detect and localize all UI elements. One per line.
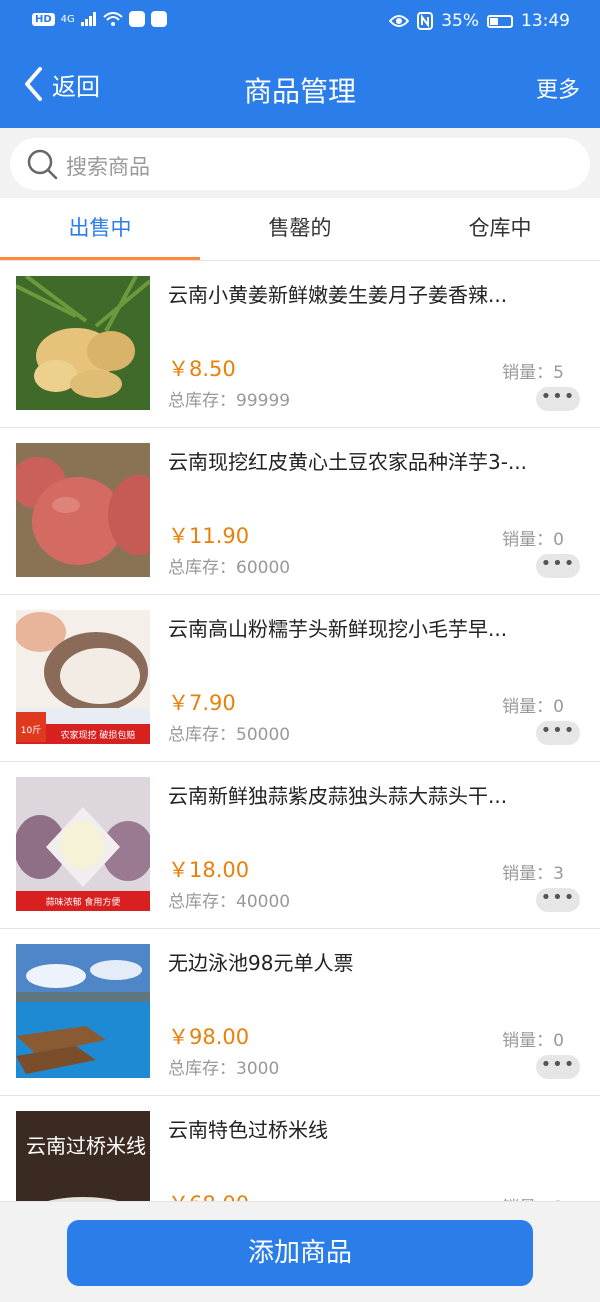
music-notification-icon (150, 11, 167, 27)
product-row[interactable]: 云南小黄姜新鲜嫩姜生姜月子姜香辣... ￥8.50 总库存：99999 销量：5… (0, 261, 600, 428)
search-icon (27, 149, 58, 180)
product-price: ￥7.90 (168, 691, 236, 715)
tab-in-warehouse[interactable]: 仓库中 (400, 198, 600, 260)
more-actions-button[interactable]: ••• (536, 1055, 580, 1079)
product-image-pool (16, 944, 150, 1078)
product-price: ￥68.00 (168, 1188, 249, 1201)
taro-weight-text: 10斤 (21, 725, 41, 736)
tab-on-sale[interactable]: 出售中 (0, 198, 200, 260)
signal-icon (80, 12, 96, 26)
more-actions-button[interactable]: ••• (536, 888, 580, 912)
product-stock: 总库存：50000 (168, 725, 291, 745)
tab-sold-out[interactable]: 售罄的 (200, 198, 400, 260)
search-input[interactable]: 搜索商品 (66, 151, 150, 181)
product-name: 云南新鲜独蒜紫皮蒜独头蒜大蒜头干... (168, 784, 508, 808)
product-name: 云南高山粉糯芋头新鲜现挖小毛芋早... (168, 617, 508, 641)
product-image-ginger (16, 276, 150, 410)
product-price: ￥18.00 (168, 858, 250, 882)
nfc-icon (417, 12, 434, 30)
page-title: 商品管理 (243, 75, 356, 108)
taro-badge-text: 农家现挖 破损包赔 (61, 729, 136, 741)
network-badge: HD (32, 12, 55, 26)
product-price: ￥98.00 (168, 1025, 250, 1049)
product-row[interactable]: 云南过桥米线 云南特色过桥米线 ￥68.00 销量：2 ••• (0, 1096, 600, 1201)
more-button[interactable]: 更多 (536, 72, 580, 104)
product-image-rice-noodle: 云南过桥米线 (16, 1111, 150, 1201)
product-name: 云南现挖红皮黄心土豆农家品种洋芋3-... (168, 450, 528, 474)
product-stock: 总库存：60000 (168, 558, 291, 578)
product-row[interactable]: 蒜味浓郁 食用方便 云南新鲜独蒜紫皮蒜独头蒜大蒜头干... ￥18.00 总库存… (0, 762, 600, 929)
product-sales: 销量：0 (502, 697, 564, 717)
product-name: 云南小黄姜新鲜嫩姜生姜月子姜香辣... (168, 283, 508, 307)
more-actions-button[interactable]: ••• (536, 554, 580, 578)
battery-icon (487, 14, 513, 28)
signal-gen-label: 4G (60, 13, 75, 25)
nav-bar: 返回 商品管理 更多 (0, 58, 600, 118)
product-stock: 总库存：99999 (168, 391, 291, 411)
product-image-taro: 10斤 农家现挖 破损包赔 (16, 610, 150, 744)
product-sales: 销量：3 (502, 864, 564, 884)
product-row[interactable]: 云南现挖红皮黄心土豆农家品种洋芋3-... ￥11.90 总库存：60000 销… (0, 428, 600, 595)
product-price: ￥11.90 (168, 524, 250, 548)
more-actions-button[interactable]: ••• (536, 721, 580, 745)
product-sales: 销量：2 (502, 1193, 564, 1201)
garlic-badge-text: 蒜味浓郁 食用方便 (46, 896, 121, 908)
add-product-button[interactable]: 添加商品 (67, 1220, 533, 1286)
product-price: ￥8.50 (168, 357, 236, 381)
product-list: 云南小黄姜新鲜嫩姜生姜月子姜香辣... ￥8.50 总库存：99999 销量：5… (0, 261, 600, 1201)
product-name: 无边泳池98元单人票 (168, 951, 354, 975)
eye-icon (389, 15, 410, 27)
wifi-icon (103, 12, 123, 26)
status-bar: HD 4G 35% 13:49 (0, 0, 600, 44)
noodle-badge-text: 云南过桥米线 (26, 1134, 146, 1158)
product-image-garlic: 蒜味浓郁 食用方便 (16, 777, 150, 911)
status-tabs: 出售中 售罄的 仓库中 (0, 198, 600, 260)
product-stock: 总库存：3000 (168, 1059, 280, 1079)
product-sales: 销量：0 (502, 1031, 564, 1051)
product-image-potato (16, 443, 150, 577)
product-sales: 销量：0 (502, 530, 564, 550)
product-stock: 总库存：40000 (168, 892, 291, 912)
battery-percent: 35% (441, 11, 479, 31)
clock: 13:49 (521, 11, 570, 31)
search-bar[interactable]: 搜索商品 (10, 138, 590, 190)
bottom-bar: 添加商品 (0, 1201, 600, 1302)
product-row[interactable]: 无边泳池98元单人票 ￥98.00 总库存：3000 销量：0 ••• (0, 929, 600, 1096)
app-notification-icon (128, 11, 145, 27)
top-bar: HD 4G 35% 13:49 返回 商品管理 更多 (0, 0, 600, 128)
product-name: 云南特色过桥米线 (168, 1118, 328, 1142)
more-actions-button[interactable]: ••• (536, 387, 580, 411)
product-sales: 销量：5 (502, 363, 564, 383)
product-row[interactable]: 10斤 农家现挖 破损包赔 云南高山粉糯芋头新鲜现挖小毛芋早... ￥7.90 … (0, 595, 600, 762)
